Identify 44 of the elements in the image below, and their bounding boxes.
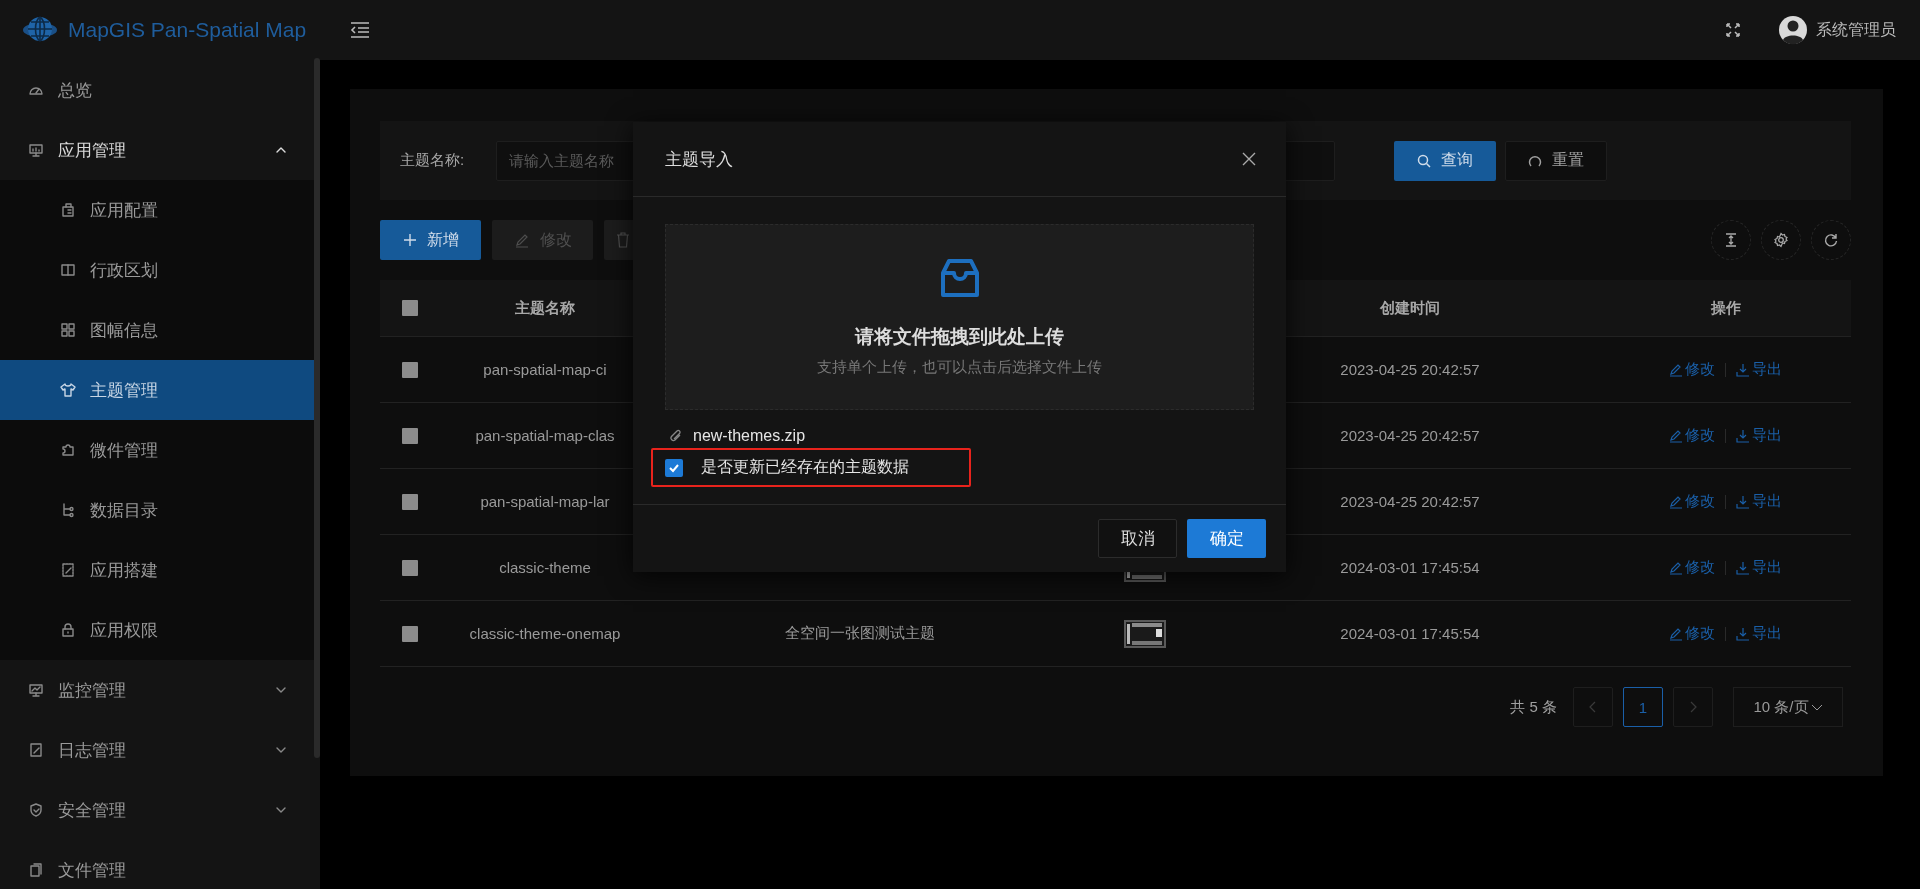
column-header: 主题名称 bbox=[515, 298, 575, 318]
column-header: 创建时间 bbox=[1380, 298, 1440, 318]
table-cell: classic-theme bbox=[499, 559, 591, 576]
menu-item[interactable]: 应用配置 bbox=[0, 180, 315, 240]
upload-dropzone[interactable]: 请将文件拖拽到此处上传 支持单个上传，也可以点击后选择文件上传 bbox=[665, 224, 1254, 410]
menu-item[interactable]: 总览 bbox=[0, 60, 315, 120]
menu-item[interactable]: 行政区划 bbox=[0, 240, 315, 300]
table-cell: 2024-03-01 17:45:54 bbox=[1340, 625, 1480, 642]
menu-item[interactable]: 数据目录 bbox=[0, 480, 315, 540]
confirm-button[interactable]: 确定 bbox=[1187, 519, 1266, 558]
reset-button[interactable]: 重置 bbox=[1505, 140, 1607, 181]
table-cell: pan-spatial-map-ci bbox=[483, 361, 607, 378]
table-cell: 2023-04-25 20:42:57 bbox=[1340, 361, 1480, 378]
table-cell: 2023-04-25 20:42:57 bbox=[1340, 427, 1480, 444]
menu-item[interactable]: 文件管理 bbox=[0, 840, 315, 889]
column-header: 操作 bbox=[1710, 298, 1741, 318]
table-cell: pan-spatial-map-clas bbox=[475, 427, 615, 444]
menu-item[interactable]: 日志管理 bbox=[0, 720, 315, 780]
menu-item[interactable]: 主题管理 bbox=[0, 360, 315, 420]
table-cell: classic-theme-onemap bbox=[469, 625, 621, 642]
user-name[interactable]: 系统管理员 bbox=[1816, 19, 1896, 41]
table-cell: 2024-03-01 17:45:54 bbox=[1340, 559, 1480, 576]
search-button[interactable]: 查询 bbox=[1394, 140, 1496, 181]
menu-item[interactable]: 应用搭建 bbox=[0, 540, 315, 600]
menu-item[interactable]: 图幅信息 bbox=[0, 300, 315, 360]
app-title: MapGIS Pan-Spatial Map bbox=[68, 18, 307, 42]
menu-item[interactable]: 安全管理 bbox=[0, 780, 315, 840]
table-cell: 全空间一张图测试主题 bbox=[785, 624, 935, 643]
upload-hint: 支持单个上传，也可以点击后选择文件上传 bbox=[817, 357, 1102, 377]
table-cell: pan-spatial-map-lar bbox=[480, 493, 610, 510]
cancel-button[interactable]: 取消 bbox=[1098, 519, 1177, 558]
dialog-title: 主题导入 bbox=[665, 148, 733, 171]
menu-item[interactable]: 应用权限 bbox=[0, 600, 315, 660]
option-label: 是否更新已经存在的主题数据 bbox=[701, 457, 909, 477]
table-cell: 2023-04-25 20:42:57 bbox=[1340, 493, 1480, 510]
upload-title: 请将文件拖拽到此处上传 bbox=[855, 324, 1064, 349]
page-size-select[interactable]: 10 条/页 bbox=[1733, 687, 1843, 727]
field-label: 主题名称: bbox=[400, 151, 466, 170]
menu-item[interactable]: 监控管理 bbox=[0, 660, 315, 720]
total-count: 共 5 条 bbox=[1510, 697, 1557, 717]
add-button[interactable]: 新增 bbox=[380, 220, 481, 260]
menu-item[interactable]: 微件管理 bbox=[0, 420, 315, 480]
menu-item[interactable]: 应用管理 bbox=[0, 120, 315, 180]
file-name[interactable]: new-themes.zip bbox=[693, 427, 806, 445]
